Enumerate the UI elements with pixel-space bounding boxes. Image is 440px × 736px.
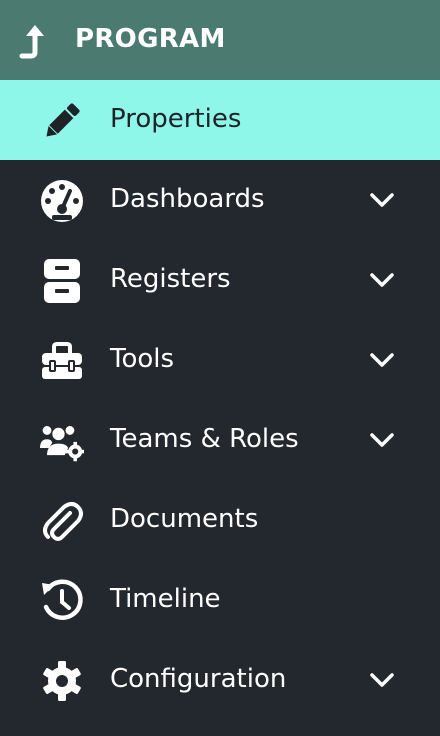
- sidebar-item-label: Teams & Roles: [110, 424, 299, 454]
- sidebar-title: PROGRAM: [75, 24, 226, 54]
- chevron-down-icon[interactable]: [368, 350, 396, 370]
- file-cabinet-icon: [44, 259, 80, 303]
- sidebar-item-dashboards[interactable]: Dashboards: [0, 160, 440, 240]
- gear-icon: [43, 661, 81, 701]
- users-cog-icon: [40, 426, 84, 462]
- sidebar-item-timeline[interactable]: Timeline: [0, 560, 440, 640]
- pencil-icon: [46, 103, 80, 137]
- paperclip-icon: [43, 502, 83, 541]
- sidebar-item-configuration[interactable]: Configuration: [0, 640, 440, 720]
- chevron-down-icon[interactable]: [368, 270, 396, 290]
- sidebar-item-label: Documents: [110, 504, 259, 534]
- sidebar-item-label: Properties: [110, 104, 242, 134]
- toolbox-icon: [42, 342, 82, 379]
- sidebar-header[interactable]: PROGRAM: [0, 0, 440, 80]
- sidebar-item-documents[interactable]: Documents: [0, 480, 440, 560]
- sidebar-item-registers[interactable]: Registers: [0, 240, 440, 320]
- sidebar-item-properties[interactable]: Properties: [0, 80, 440, 160]
- sidebar-item-teams-roles[interactable]: Teams & Roles: [0, 400, 440, 480]
- arrow-up-turn-icon: [19, 25, 44, 59]
- dashboard-gauge-icon: [41, 180, 83, 222]
- sidebar-item-label: Dashboards: [110, 184, 265, 214]
- sidebar-item-label: Tools: [110, 344, 175, 374]
- sidebar-item-label: Registers: [110, 264, 231, 294]
- sidebar-item-label: Timeline: [110, 584, 221, 614]
- chevron-down-icon[interactable]: [368, 430, 396, 450]
- chevron-down-icon[interactable]: [368, 190, 396, 210]
- sidebar-item-label: Configuration: [110, 664, 287, 694]
- sidebar-item-tools[interactable]: Tools: [0, 320, 440, 400]
- sidebar: PROGRAM Properties Dashboards Registers …: [0, 0, 440, 736]
- history-icon: [42, 579, 83, 620]
- chevron-down-icon[interactable]: [368, 670, 396, 690]
